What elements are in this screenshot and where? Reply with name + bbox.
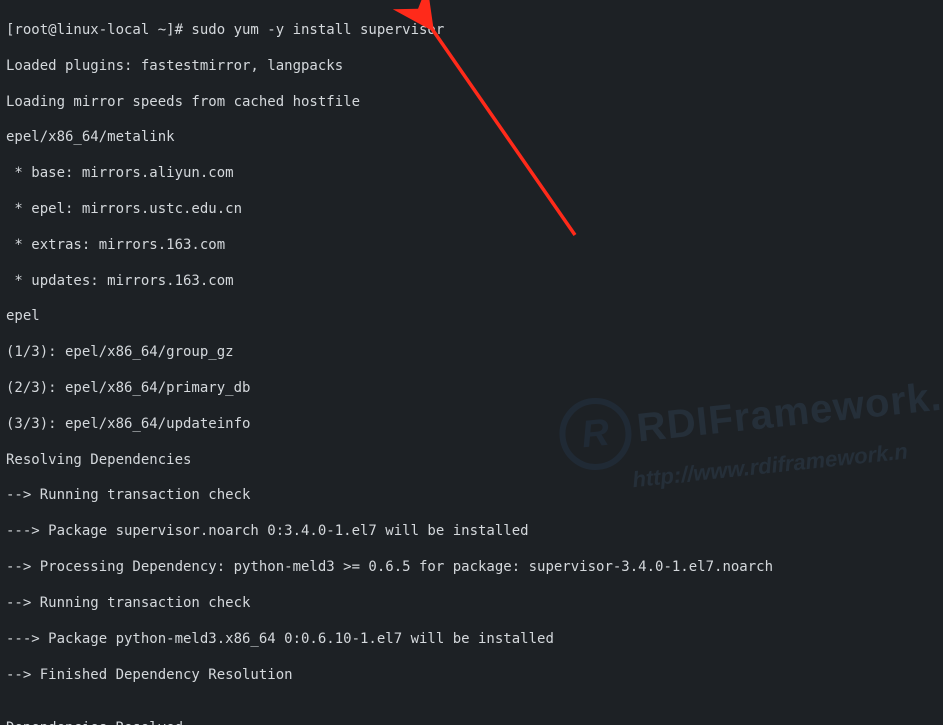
output-line: --> Processing Dependency: python-meld3 … xyxy=(6,559,937,577)
output-line: ---> Package supervisor.noarch 0:3.4.0-1… xyxy=(6,523,937,541)
output-line: --> Finished Dependency Resolution xyxy=(6,667,937,685)
output-line: (3/3): epel/x86_64/updateinfo xyxy=(6,416,937,434)
output-line: * extras: mirrors.163.com xyxy=(6,237,937,255)
output-line: (1/3): epel/x86_64/group_gz xyxy=(6,344,937,362)
output-line: * updates: mirrors.163.com xyxy=(6,273,937,291)
output-line: Resolving Dependencies xyxy=(6,452,937,470)
shell-prompt-line: [root@linux-local ~]# sudo yum -y instal… xyxy=(6,22,937,40)
output-line: epel xyxy=(6,308,937,326)
output-line: --> Running transaction check xyxy=(6,595,937,613)
output-line: * epel: mirrors.ustc.edu.cn xyxy=(6,201,937,219)
output-line: Loaded plugins: fastestmirror, langpacks xyxy=(6,58,937,76)
output-line: Dependencies Resolved xyxy=(6,720,937,725)
output-line: Loading mirror speeds from cached hostfi… xyxy=(6,94,937,112)
output-line: (2/3): epel/x86_64/primary_db xyxy=(6,380,937,398)
output-line: epel/x86_64/metalink xyxy=(6,129,937,147)
output-line: * base: mirrors.aliyun.com xyxy=(6,165,937,183)
terminal-output: [root@linux-local ~]# sudo yum -y instal… xyxy=(0,0,943,725)
output-line: --> Running transaction check xyxy=(6,487,937,505)
output-line: ---> Package python-meld3.x86_64 0:0.6.1… xyxy=(6,631,937,649)
